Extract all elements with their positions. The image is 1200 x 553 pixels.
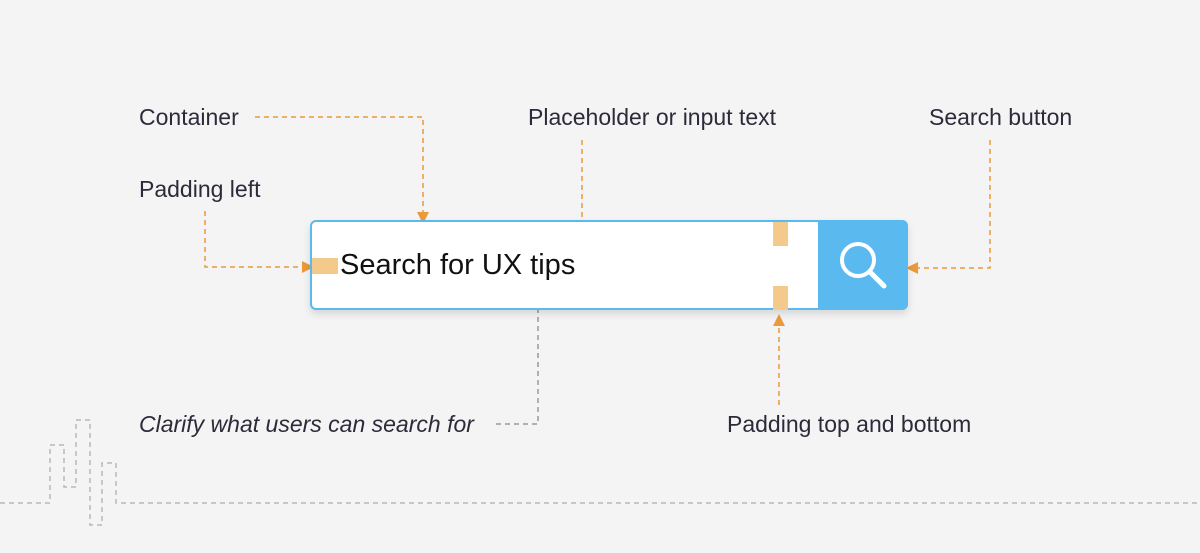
search-input[interactable]: Search for UX tips (340, 251, 575, 280)
clarify-label: Clarify what users can search for (139, 411, 474, 437)
padding-top-highlight (773, 222, 788, 246)
placeholder-label: Placeholder or input text (528, 104, 777, 130)
search-icon (840, 242, 887, 289)
search-button-label: Search button (929, 104, 1073, 130)
container-pointer-line (255, 116, 429, 224)
padding-top-bottom-label: Padding top and bottom (727, 411, 972, 437)
padding-left-label: Padding left (139, 176, 261, 202)
diagram-stage: Container Placeholder or input text Sear… (0, 0, 1200, 553)
padding-left-highlight (312, 258, 338, 274)
padding-bottom-highlight (773, 286, 788, 310)
clarify-pointer-line (496, 286, 544, 425)
search-button-pointer-line (906, 140, 991, 274)
container-label: Container (139, 104, 239, 130)
search-button[interactable] (818, 220, 908, 310)
padding-left-pointer-line (204, 211, 314, 273)
